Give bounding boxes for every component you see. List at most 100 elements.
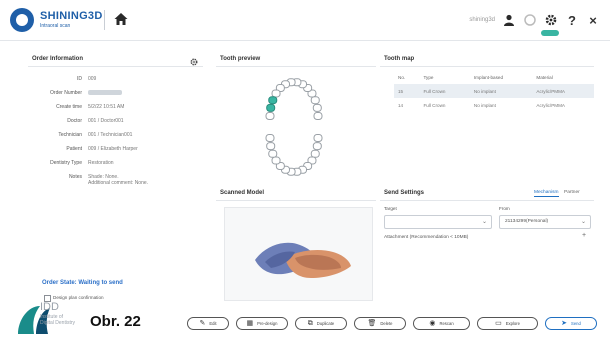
user-name: shining3d [469, 17, 495, 23]
info-label: Order Number [50, 90, 82, 96]
tooth[interactable] [312, 103, 322, 112]
button-label: Pre-design [257, 321, 278, 326]
button-label: Delete [380, 321, 393, 326]
target-label: Target [384, 206, 397, 211]
col-header: Type [423, 74, 434, 80]
figure-caption: Obr. 22 [90, 313, 141, 330]
order-state: Order State: Waiting to send [42, 280, 123, 286]
button-label: Edit [209, 321, 217, 326]
tooth-map-header: No. Type Implant-based Material [394, 70, 594, 84]
scanned-model-divider [216, 200, 376, 201]
info-label: Technician [58, 132, 82, 138]
tooth[interactable] [313, 112, 323, 120]
explore-icon: ▭ [495, 320, 502, 327]
delete-icon: 🗑 [367, 320, 377, 327]
user-icon[interactable] [502, 13, 516, 27]
table-cell: Acrylic/PMMA [532, 84, 594, 98]
tooth-chart[interactable] [262, 72, 326, 182]
duplicate-button[interactable]: ⧉ Duplicate [295, 317, 347, 330]
chevron-down-icon: ⌄ [580, 219, 586, 225]
header-divider [104, 10, 105, 30]
send-settings-title: Send Settings [384, 190, 425, 196]
tooth-map-title: Tooth map [384, 56, 415, 62]
rescan-icon: ◉ [429, 320, 436, 327]
header-actions: shining3d ? × [469, 11, 600, 29]
info-label: ID [77, 76, 82, 82]
button-label: Send [571, 321, 581, 326]
logo-subtext: Intraoral scan [40, 23, 71, 29]
table-cell: 15 [394, 84, 420, 98]
order-info-title: Order Information [32, 56, 84, 62]
info-value: 5/2/22 10:51 AM [88, 104, 125, 110]
col-header: Implant-based [473, 74, 504, 80]
info-label: Patient [66, 146, 82, 152]
info-label: Dentistry Type [50, 160, 82, 166]
scan-model-image [255, 242, 351, 278]
col-header: Material [536, 74, 553, 80]
button-label: Explore [505, 321, 520, 326]
tooth[interactable] [266, 142, 276, 151]
scanned-model-title: Scanned Model [220, 190, 265, 196]
tooth[interactable] [268, 96, 278, 105]
edit-icon: ✎ [199, 320, 206, 327]
tab-mechanism[interactable]: Mechanism [534, 190, 559, 197]
target-select[interactable]: ⌄ [384, 215, 492, 229]
table-row[interactable]: 14 Full Crown No implant Acrylic/PMMA [394, 98, 594, 112]
edit-button[interactable]: ✎ Edit [187, 317, 229, 330]
explore-button[interactable]: ▭ Explore [477, 317, 538, 330]
home-icon[interactable] [113, 11, 129, 27]
info-value: 001 / Technician001 [88, 132, 133, 138]
delete-button[interactable]: 🗑 Delete [354, 317, 406, 330]
logo-mark-icon [10, 8, 34, 32]
tooth[interactable] [271, 89, 281, 98]
tooth[interactable] [313, 134, 323, 142]
from-label: From [499, 206, 510, 211]
info-value [88, 90, 122, 96]
status-icon[interactable] [523, 13, 537, 27]
table-row[interactable]: 15 Full Crown No implant Acrylic/PMMA [394, 84, 594, 98]
pre-design-button[interactable]: ▦ Pre-design [236, 317, 288, 330]
tooth-preview-divider [216, 66, 376, 67]
tooth-map-table: No. Type Implant-based Material 15 Full … [394, 70, 594, 112]
tooth[interactable] [265, 134, 275, 142]
model-viewer[interactable] [224, 207, 373, 301]
order-settings-icon[interactable] [190, 53, 198, 71]
duplicate-icon: ⧉ [307, 320, 313, 327]
tooth[interactable] [271, 156, 281, 165]
tooth[interactable] [310, 96, 320, 105]
table-cell: Full Crown [423, 102, 446, 108]
order-info-divider [28, 66, 203, 67]
info-value: Shade: None. Additional comment: None. [88, 174, 149, 186]
rescan-button[interactable]: ◉ Rescan [413, 317, 470, 330]
info-label: Notes [68, 174, 82, 180]
send-settings-divider [380, 200, 594, 201]
send-icon: ➤ [561, 320, 568, 327]
info-value: 009 / Elizabeth Harper [88, 146, 138, 152]
pre-design-icon: ▦ [246, 320, 254, 327]
redacted-value [88, 90, 122, 96]
watermark-brand: IDD [40, 301, 59, 313]
tooth[interactable] [310, 149, 320, 158]
gear-icon[interactable] [544, 13, 558, 27]
tooth-preview-title: Tooth preview [220, 56, 261, 62]
help-icon[interactable]: ? [565, 13, 579, 28]
info-label: Create time [56, 104, 82, 110]
table-cell: Acrylic/PMMA [536, 102, 565, 108]
tooth[interactable] [312, 142, 322, 151]
tooth[interactable] [268, 149, 278, 158]
tooth[interactable] [265, 112, 275, 120]
table-cell: No implant [469, 84, 533, 98]
tab-partner[interactable]: Partner [564, 190, 580, 195]
tooth-map-divider [380, 66, 594, 67]
watermark-sub: Institute of Digital Dentistry [40, 314, 76, 326]
add-attachment-icon[interactable]: + [582, 232, 586, 239]
app-logo: SHINING3D Intraoral scan [10, 8, 130, 34]
tooth[interactable] [266, 103, 276, 112]
logo-text: SHINING3D [40, 10, 103, 22]
info-value: 001 / Doctor001 [88, 118, 124, 124]
from-select[interactable]: 21134299(Personal) ⌄ [499, 215, 591, 229]
close-icon[interactable]: × [586, 13, 600, 28]
col-header: No. [398, 74, 406, 80]
send-button[interactable]: ➤ Send [545, 317, 597, 330]
table-cell: Full Crown [419, 84, 470, 98]
